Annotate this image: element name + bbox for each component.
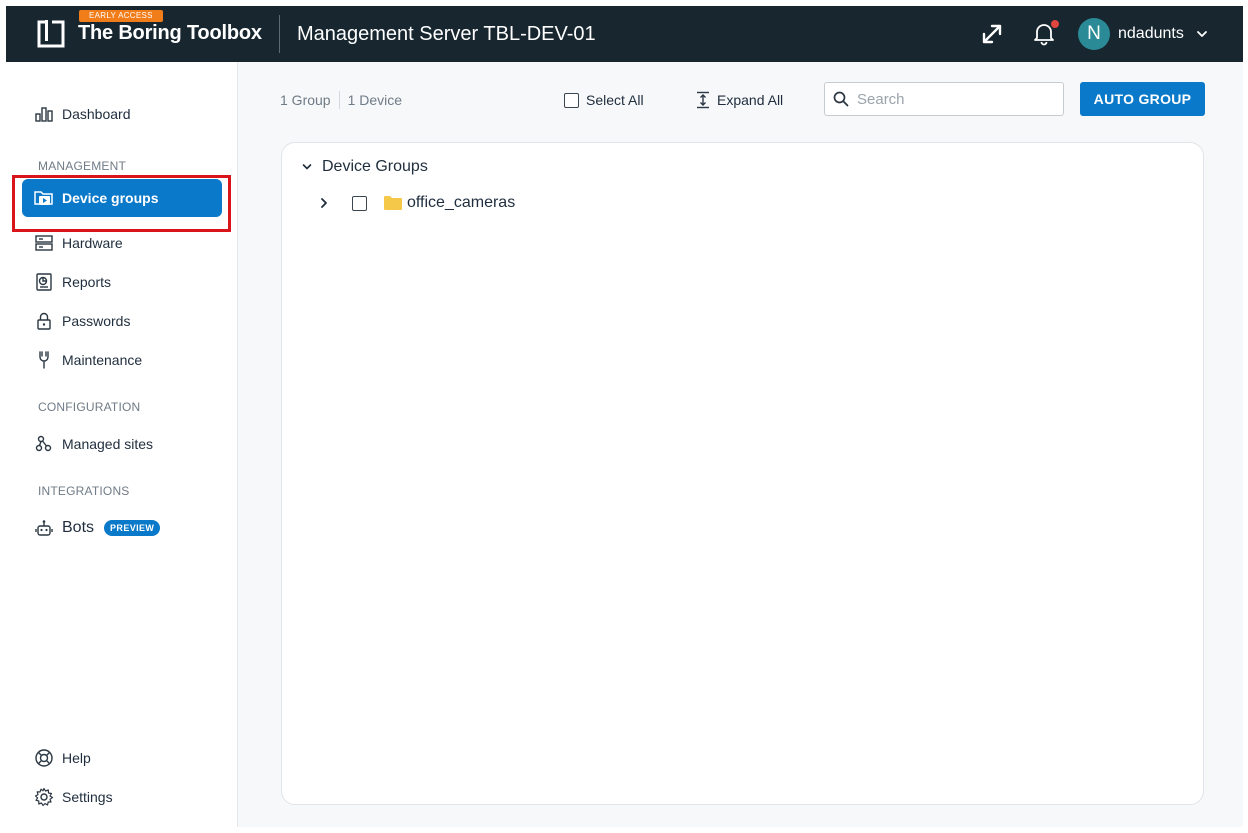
bar-chart-icon — [35, 107, 53, 122]
header-divider — [279, 15, 280, 53]
chevron-down-icon[interactable] — [1196, 28, 1208, 40]
sidebar-item-label: Dashboard — [62, 106, 131, 122]
section-title-configuration: CONFIGURATION — [38, 400, 141, 414]
report-icon — [36, 273, 52, 291]
tree-root-label[interactable]: Device Groups — [322, 158, 428, 176]
sites-icon — [35, 435, 52, 452]
app-window: EARLY ACCESS The Boring Toolbox Manageme… — [6, 6, 1243, 827]
lock-icon — [37, 312, 51, 330]
sidebar-item-managed-sites[interactable]: Managed sites — [22, 425, 222, 463]
sidebar-item-label: Managed sites — [62, 436, 154, 452]
expand-vertical-icon — [697, 91, 709, 109]
count-divider — [338, 91, 340, 109]
expand-all-label[interactable]: Expand All — [717, 92, 783, 108]
select-all-button[interactable]: Select All — [564, 90, 644, 110]
select-all-checkbox[interactable] — [564, 92, 579, 108]
sidebar-item-label: Bots — [62, 519, 95, 536]
avatar[interactable]: N — [1078, 18, 1110, 50]
top-header: EARLY ACCESS The Boring Toolbox Manageme… — [6, 6, 1243, 62]
expand-all-button[interactable]: Expand All — [695, 90, 783, 110]
sidebar-item-label: Reports — [62, 274, 112, 290]
sidebar-item-label: Help — [62, 750, 91, 766]
sidebar-item-dashboard[interactable]: Dashboard — [22, 95, 222, 133]
group-count: 1 Group — [280, 92, 331, 108]
auto-group-button[interactable]: AUTO GROUP — [1080, 82, 1205, 116]
search-field[interactable] — [824, 82, 1064, 116]
device-groups-panel: Device Groups office_cameras — [281, 142, 1204, 805]
sidebar: Dashboard MANAGEMENT Device groups Hardw… — [6, 62, 238, 827]
section-title-integrations: INTEGRATIONS — [38, 484, 130, 498]
lifebuoy-icon — [35, 749, 53, 767]
sidebar-item-label: Hardware — [62, 235, 123, 251]
sidebar-item-label: Settings — [62, 789, 113, 805]
sidebar-item-help[interactable]: Help — [22, 739, 222, 777]
user-name[interactable]: ndadunts — [1118, 25, 1184, 43]
search-icon — [833, 91, 849, 107]
gear-icon — [34, 787, 54, 807]
tree-root[interactable]: Device Groups — [302, 158, 428, 176]
chevron-down-icon[interactable] — [302, 162, 312, 172]
section-title-management: MANAGEMENT — [38, 159, 127, 173]
sidebar-item-settings[interactable]: Settings — [22, 778, 222, 816]
sidebar-item-bots[interactable]: Bots PREVIEW — [22, 509, 222, 547]
select-all-label[interactable]: Select All — [586, 92, 644, 108]
user-menu[interactable]: N ndadunts — [1078, 18, 1208, 50]
tree-row: office_cameras — [318, 194, 515, 212]
group-label[interactable]: office_cameras — [407, 194, 515, 212]
robot-icon — [35, 520, 53, 536]
preview-badge: PREVIEW — [104, 520, 161, 536]
server-icon — [35, 235, 53, 251]
sidebar-item-passwords[interactable]: Passwords — [22, 302, 222, 340]
brand-title[interactable]: The Boring Toolbox — [78, 22, 262, 45]
sidebar-item-reports[interactable]: Reports — [22, 263, 222, 301]
group-checkbox[interactable] — [352, 195, 367, 211]
sidebar-item-label: Passwords — [62, 313, 131, 329]
counts-summary: 1 Group 1 Device — [280, 91, 402, 109]
fullscreen-icon[interactable] — [980, 22, 1004, 46]
server-title: Management Server TBL-DEV-01 — [297, 23, 596, 45]
logo-icon — [37, 20, 65, 48]
folder-icon — [384, 196, 402, 210]
wrench-icon — [39, 351, 49, 369]
early-access-badge: EARLY ACCESS — [79, 10, 163, 22]
sidebar-item-hardware[interactable]: Hardware — [22, 224, 222, 262]
chevron-right-icon[interactable] — [318, 197, 330, 209]
notification-dot — [1051, 20, 1059, 28]
search-input[interactable] — [857, 90, 1047, 108]
device-count: 1 Device — [347, 92, 403, 108]
sidebar-item-maintenance[interactable]: Maintenance — [22, 341, 222, 379]
sidebar-item-label: Maintenance — [62, 352, 143, 368]
